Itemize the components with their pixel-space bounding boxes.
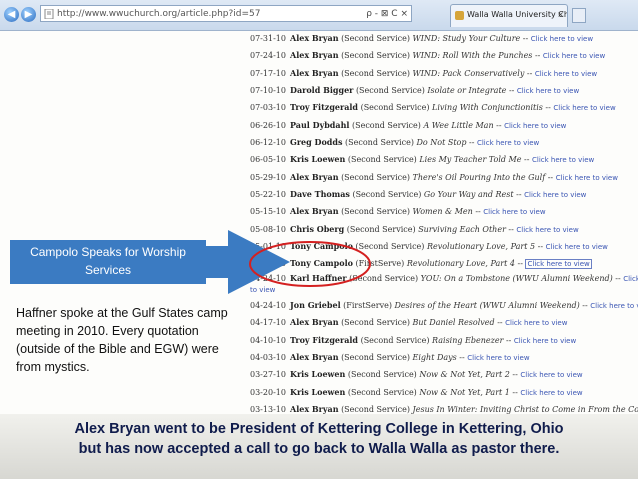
caption-line-1: Alex Bryan went to be President of Kette… (74, 421, 564, 437)
haffner-note: Haffner spoke at the Gulf States camp me… (16, 306, 228, 374)
callout-line-2: Services (84, 263, 131, 277)
bottom-caption: Alex Bryan went to be President of Kette… (0, 414, 638, 479)
callout-box: Campolo Speaks for Worship Services (10, 240, 206, 284)
callout-line-1: Campolo Speaks for Worship (30, 245, 186, 259)
caption-line-2: but has now accepted a call to go back t… (78, 441, 560, 457)
